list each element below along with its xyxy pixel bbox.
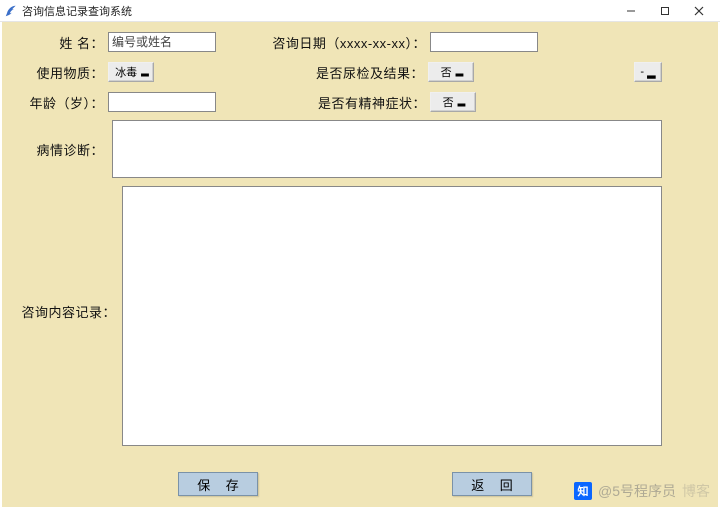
extra-dropdown-value: - — [640, 66, 644, 78]
dropdown-arrow-icon: ▂ — [141, 67, 149, 77]
form-client-area: 姓 名： 咨询日期（xxxx-xx-xx）： 使用物质： 冰毒 ▂ 是否尿检及结… — [2, 22, 718, 507]
window-maximize-button[interactable] — [648, 1, 682, 21]
diagnosis-label: 病情诊断： — [2, 140, 108, 159]
urine-label: 是否尿检及结果： — [228, 63, 428, 82]
window-minimize-button[interactable] — [614, 1, 648, 21]
window-title: 咨询信息记录查询系统 — [22, 3, 132, 19]
zhihu-icon: 知 — [574, 482, 592, 500]
watermark: 知 @5号程序员 博客 — [574, 481, 710, 501]
urine-dropdown[interactable]: 否 ▂ — [428, 62, 474, 82]
extra-dropdown[interactable]: - ▂ — [634, 62, 662, 82]
record-textarea[interactable] — [122, 186, 662, 446]
mental-dropdown[interactable]: 否 ▂ — [430, 92, 476, 112]
back-button-label: 返 回 — [471, 475, 519, 494]
urine-dropdown-value: 否 — [441, 64, 452, 80]
back-button[interactable]: 返 回 — [452, 472, 532, 496]
substance-dropdown-value: 冰毒 — [115, 64, 137, 80]
diagnosis-textarea[interactable] — [112, 120, 662, 178]
watermark-author: @5号程序员 — [598, 481, 676, 501]
window-titlebar: 咨询信息记录查询系统 — [0, 0, 720, 22]
dropdown-arrow-icon: ▂ — [456, 67, 464, 77]
feather-icon — [4, 4, 18, 18]
name-input[interactable] — [108, 32, 216, 52]
substance-label: 使用物质： — [2, 63, 108, 82]
dropdown-arrow-icon: ▂ — [458, 97, 466, 107]
record-label: 咨询内容记录： — [2, 302, 120, 321]
date-label: 咨询日期（xxxx-xx-xx）： — [230, 33, 430, 52]
window-close-button[interactable] — [682, 1, 716, 21]
age-input[interactable] — [108, 92, 216, 112]
mental-label: 是否有精神症状： — [230, 93, 430, 112]
dropdown-arrow-icon: ▂ — [647, 66, 655, 79]
mental-dropdown-value: 否 — [443, 94, 454, 110]
save-button[interactable]: 保 存 — [178, 472, 258, 496]
watermark-site: 博客 — [682, 481, 710, 501]
age-label: 年龄（岁）： — [2, 93, 108, 112]
substance-dropdown[interactable]: 冰毒 ▂ — [108, 62, 154, 82]
name-label: 姓 名： — [2, 33, 108, 52]
save-button-label: 保 存 — [197, 475, 245, 494]
date-input[interactable] — [430, 32, 538, 52]
